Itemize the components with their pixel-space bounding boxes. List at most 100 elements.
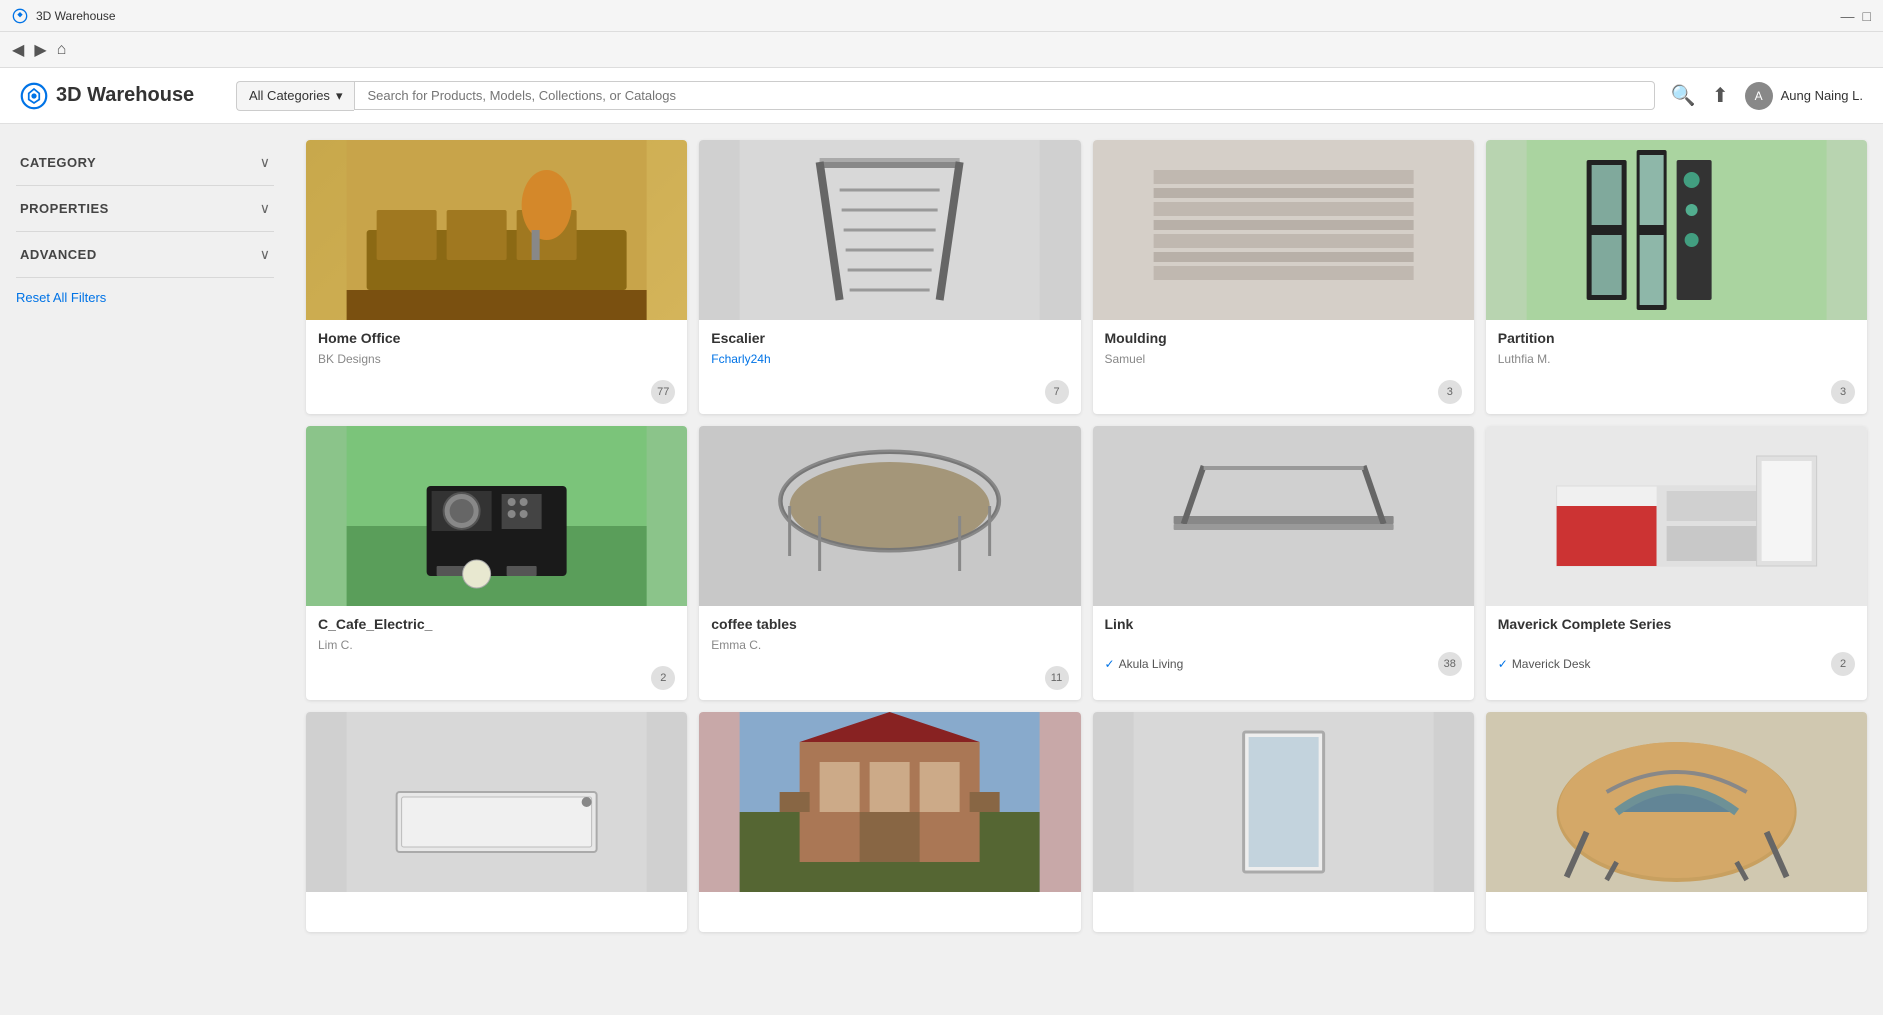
filter-label-category: CATEGORY — [20, 155, 96, 170]
search-area: All Categories ▾ — [236, 81, 1655, 111]
forward-button[interactable]: ▶ — [34, 40, 46, 60]
title-bar-controls: — □ — [1841, 8, 1871, 24]
card-footer-cafe: 2 — [306, 662, 687, 700]
card-image-home-office — [306, 140, 687, 320]
back-button[interactable]: ◀ — [12, 40, 24, 60]
card-count-moulding: 3 — [1438, 380, 1462, 404]
card-footer-partition: 3 — [1486, 376, 1867, 414]
card-title-maverick: Maverick Complete Series — [1498, 616, 1855, 632]
card-verified-link: ✓ Akula Living — [1105, 657, 1184, 671]
card-image-building — [699, 712, 1080, 892]
card-footer-mirror — [1093, 918, 1474, 932]
search-icon[interactable]: 🔍 — [1671, 83, 1696, 108]
search-input[interactable] — [354, 81, 1654, 110]
card-title-partition: Partition — [1498, 330, 1855, 346]
card-home-office[interactable]: Home Office BK Designs 77 — [306, 140, 687, 414]
card-author-coffee: Emma C. — [711, 638, 1068, 652]
card-coffee-tables[interactable]: coffee tables Emma C. 11 — [699, 426, 1080, 700]
card-body-link: Link — [1093, 606, 1474, 648]
card-body-cafe: C_Cafe_Electric_ Lim C. — [306, 606, 687, 662]
filter-divider-1 — [16, 185, 274, 186]
card-count-maverick: 2 — [1831, 652, 1855, 676]
sidebar: CATEGORY ∨ PROPERTIES ∨ ADVANCED ∨ Reset… — [0, 124, 290, 1015]
card-author-moulding: Samuel — [1105, 352, 1462, 366]
title-bar-left: 3D Warehouse — [12, 8, 116, 24]
card-maverick[interactable]: Maverick Complete Series ✓ Maverick Desk… — [1486, 426, 1867, 700]
card-author-partition: Luthfia M. — [1498, 352, 1855, 366]
card-body-home-office: Home Office BK Designs — [306, 320, 687, 376]
card-body-maverick: Maverick Complete Series — [1486, 606, 1867, 648]
card-body-tray — [306, 892, 687, 918]
card-wood-table[interactable] — [1486, 712, 1867, 932]
card-verified-maverick: ✓ Maverick Desk — [1498, 657, 1591, 671]
logo-icon — [20, 82, 48, 110]
card-count-cafe: 2 — [651, 666, 675, 690]
card-partition[interactable]: Partition Luthfia M. 3 — [1486, 140, 1867, 414]
category-label: All Categories — [249, 88, 330, 103]
filter-section-properties: PROPERTIES ∨ — [16, 190, 274, 232]
header: 3D Warehouse All Categories ▾ 🔍 ⬆ A Aung… — [0, 68, 1883, 124]
card-link[interactable]: Link ✓ Akula Living 38 — [1093, 426, 1474, 700]
main: CATEGORY ∨ PROPERTIES ∨ ADVANCED ∨ Reset… — [0, 124, 1883, 1015]
card-mirror[interactable] — [1093, 712, 1474, 932]
card-footer-link: ✓ Akula Living 38 — [1093, 648, 1474, 686]
card-footer-coffee: 11 — [699, 662, 1080, 700]
card-cafe[interactable]: C_Cafe_Electric_ Lim C. 2 — [306, 426, 687, 700]
home-button[interactable]: ⌂ — [57, 41, 67, 59]
filter-header-advanced[interactable]: ADVANCED ∨ — [16, 236, 274, 273]
filter-divider-3 — [16, 277, 274, 278]
app-icon — [12, 8, 28, 24]
properties-chevron-icon: ∨ — [260, 200, 270, 217]
card-count-link: 38 — [1438, 652, 1462, 676]
card-count-escalier: 7 — [1045, 380, 1069, 404]
card-body-building — [699, 892, 1080, 918]
maximize-btn[interactable]: □ — [1863, 8, 1871, 24]
card-footer-moulding: 3 — [1093, 376, 1474, 414]
card-footer-wood-table — [1486, 918, 1867, 932]
card-footer-building — [699, 918, 1080, 932]
card-footer-escalier: 7 — [699, 376, 1080, 414]
upload-icon[interactable]: ⬆ — [1712, 83, 1729, 108]
card-image-link — [1093, 426, 1474, 606]
card-count-partition: 3 — [1831, 380, 1855, 404]
card-body-wood-table — [1486, 892, 1867, 918]
card-count-home-office: 77 — [651, 380, 675, 404]
filter-section-advanced: ADVANCED ∨ — [16, 236, 274, 278]
filter-divider-2 — [16, 231, 274, 232]
card-image-coffee — [699, 426, 1080, 606]
content-area: Home Office BK Designs 77 — [290, 124, 1883, 1015]
card-body-partition: Partition Luthfia M. — [1486, 320, 1867, 376]
minimize-btn[interactable]: — — [1841, 8, 1855, 24]
card-image-moulding — [1093, 140, 1474, 320]
card-body-mirror — [1093, 892, 1474, 918]
title-bar: 3D Warehouse — □ — [0, 0, 1883, 32]
check-icon-link: ✓ — [1105, 657, 1115, 671]
reset-filters-link[interactable]: Reset All Filters — [16, 290, 274, 305]
card-title-home-office: Home Office — [318, 330, 675, 346]
header-actions: 🔍 ⬆ A Aung Naing L. — [1671, 82, 1863, 110]
filter-label-advanced: ADVANCED — [20, 247, 97, 262]
card-image-wood-table — [1486, 712, 1867, 892]
card-tray[interactable] — [306, 712, 687, 932]
card-image-maverick — [1486, 426, 1867, 606]
filter-header-properties[interactable]: PROPERTIES ∨ — [16, 190, 274, 227]
card-escalier[interactable]: Escalier Fcharly24h 7 — [699, 140, 1080, 414]
logo-text: 3D Warehouse — [56, 84, 194, 107]
category-dropdown[interactable]: All Categories ▾ — [236, 81, 354, 111]
card-author-escalier: Fcharly24h — [711, 352, 1068, 366]
card-body-moulding: Moulding Samuel — [1093, 320, 1474, 376]
user-area[interactable]: A Aung Naing L. — [1745, 82, 1863, 110]
card-building[interactable] — [699, 712, 1080, 932]
filter-label-properties: PROPERTIES — [20, 201, 109, 216]
card-title-cafe: C_Cafe_Electric_ — [318, 616, 675, 632]
card-footer-home-office: 77 — [306, 376, 687, 414]
card-author-cafe: Lim C. — [318, 638, 675, 652]
logo-area: 3D Warehouse — [20, 82, 220, 110]
card-moulding[interactable]: Moulding Samuel 3 — [1093, 140, 1474, 414]
user-name: Aung Naing L. — [1781, 88, 1863, 103]
verified-text-link: Akula Living — [1119, 657, 1184, 671]
nav-bar: ◀ ▶ ⌂ — [0, 32, 1883, 68]
card-body-escalier: Escalier Fcharly24h — [699, 320, 1080, 376]
filter-header-category[interactable]: CATEGORY ∨ — [16, 144, 274, 181]
product-grid: Home Office BK Designs 77 — [306, 140, 1867, 932]
